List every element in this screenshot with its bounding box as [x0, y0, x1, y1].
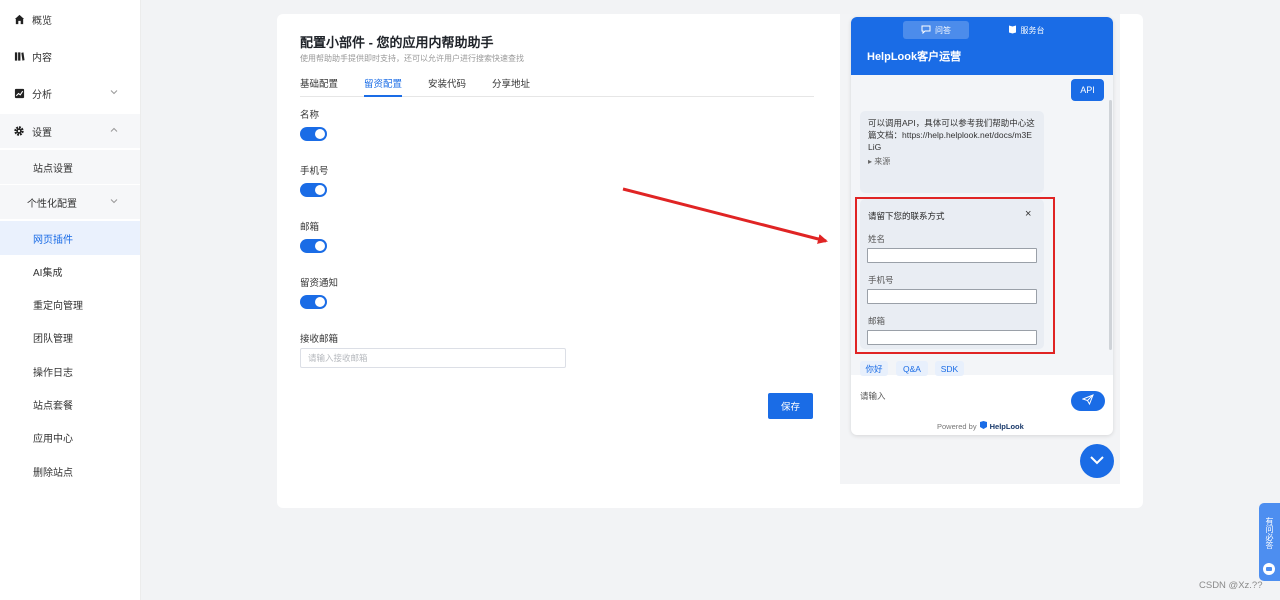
chevron-down-icon [1089, 452, 1105, 470]
user-message: API [1071, 79, 1104, 101]
page-subtitle: 使用帮助助手提供即时支持，还可以允许用户进行搜索快速查找 [300, 54, 524, 63]
sidebar-item-content[interactable]: 内容 [0, 39, 140, 73]
home-icon [13, 13, 25, 25]
helplook-logo-icon [979, 421, 987, 431]
bot-message: 可以调用API，具体可以参考我们帮助中心这篇文档：https://help.he… [860, 111, 1044, 193]
widget-tab-label: 服务台 [1020, 25, 1045, 35]
sidebar-item-label: 重定向管理 [33, 300, 83, 312]
chevron-up-icon [110, 126, 118, 136]
chat-scrollbar[interactable] [1109, 100, 1112, 350]
source-label: 来源 [874, 157, 891, 166]
chat-icon [1263, 563, 1275, 575]
sidebar-item-web-plugin[interactable]: 网页插件 [0, 221, 140, 255]
sidebar: 概览 内容 分析 设置 站点设置 个性化配置 网页插件 AI集成 重定向管理 团… [0, 0, 141, 600]
sidebar-item-plan[interactable]: 站点套餐 [0, 387, 140, 421]
settings-tabs: 基础配置 留资配置 安装代码 分享地址 [300, 76, 814, 97]
sidebar-item-label: 设置 [32, 127, 52, 139]
sidebar-item-label: 分析 [32, 89, 52, 101]
widget-tab-qa[interactable]: 问答 [903, 21, 969, 39]
name-toggle[interactable] [300, 127, 327, 141]
sidebar-item-analytics[interactable]: 分析 [0, 76, 140, 110]
quick-reply-sdk[interactable]: SDK [935, 361, 964, 376]
sidebar-item-label: 操作日志 [33, 367, 73, 379]
sidebar-item-redirect[interactable]: 重定向管理 [0, 287, 140, 321]
receiver-email-label: 接收邮箱 [300, 334, 339, 345]
brand-name: HelpLook [989, 421, 1024, 431]
sidebar-item-label: 站点套餐 [33, 400, 73, 412]
notify-toggle[interactable] [300, 295, 327, 309]
sidebar-item-site-settings[interactable]: 站点设置 [0, 150, 140, 184]
quick-reply-qa[interactable]: Q&A [896, 361, 928, 376]
gear-icon [13, 125, 25, 137]
sidebar-item-label: 团队管理 [33, 333, 73, 345]
chevron-down-icon [110, 197, 118, 207]
tab-install-code[interactable]: 安装代码 [428, 76, 466, 95]
receiver-email-input[interactable] [300, 348, 566, 368]
name-label: 名称 [300, 110, 320, 121]
save-button[interactable]: 保存 [768, 393, 813, 419]
sidebar-item-overview[interactable]: 概览 [0, 2, 140, 36]
collapse-widget-button[interactable] [1080, 444, 1114, 478]
widget-tabs: 问答 服务台 [903, 21, 1059, 39]
sidebar-item-label: 概览 [32, 15, 52, 27]
phone-toggle[interactable] [300, 183, 327, 197]
notify-label: 留资通知 [300, 278, 339, 289]
page-title: 配置小部件 - 您的应用内帮助助手 [300, 35, 494, 50]
tab-basic[interactable]: 基础配置 [300, 76, 338, 95]
email-toggle[interactable] [300, 239, 327, 253]
chevron-down-icon [110, 88, 118, 98]
sidebar-item-personalization[interactable]: 个性化配置 [0, 185, 140, 219]
sidebar-item-logs[interactable]: 操作日志 [0, 354, 140, 388]
powered-by: Powered by HelpLook [937, 421, 1024, 431]
sidebar-item-label: AI集成 [33, 267, 63, 279]
send-icon [1081, 392, 1094, 410]
sidebar-item-label: 删除站点 [33, 467, 73, 479]
widget-header: 问答 服务台 HelpLook客户运营 [851, 17, 1113, 75]
chart-icon [13, 87, 25, 99]
tab-share-url[interactable]: 分享地址 [492, 76, 530, 95]
widget-tab-label: 问答 [935, 25, 951, 35]
sidebar-item-settings[interactable]: 设置 [0, 114, 140, 148]
chat-input[interactable]: 请输入 [860, 390, 886, 402]
sidebar-item-label: 内容 [32, 52, 52, 64]
widget-tab-service-desk[interactable]: 服务台 [993, 21, 1059, 39]
send-button[interactable] [1071, 391, 1105, 411]
sidebar-item-team[interactable]: 团队管理 [0, 320, 140, 354]
sidebar-item-label: 应用中心 [33, 433, 73, 445]
sidebar-item-delete[interactable]: 删除站点 [0, 454, 140, 488]
highlight-box [855, 197, 1055, 354]
watermark: CSDN @Xz.?? [1199, 580, 1263, 591]
sidebar-item-label: 网页插件 [33, 234, 73, 246]
content-icon [13, 50, 25, 62]
sidebar-item-label: 个性化配置 [27, 198, 77, 210]
email-label: 邮箱 [300, 222, 320, 233]
quick-reply-hello[interactable]: 你好 [860, 361, 888, 376]
widget-title: HelpLook客户运营 [867, 51, 962, 63]
source-toggle[interactable]: ▸ 来源 [868, 156, 1036, 168]
powered-by-text: Powered by [937, 421, 977, 431]
sidebar-item-label: 站点设置 [33, 163, 73, 175]
tab-lead-capture[interactable]: 留资配置 [364, 76, 403, 97]
sidebar-item-ai[interactable]: AI集成 [0, 254, 140, 288]
chat-icon [921, 25, 931, 36]
bot-message-text: 可以调用API，具体可以参考我们帮助中心这篇文档：https://help.he… [868, 118, 1035, 152]
sidebar-item-apps[interactable]: 应用中心 [0, 420, 140, 454]
book-icon [1008, 24, 1017, 36]
phone-label: 手机号 [300, 166, 329, 177]
